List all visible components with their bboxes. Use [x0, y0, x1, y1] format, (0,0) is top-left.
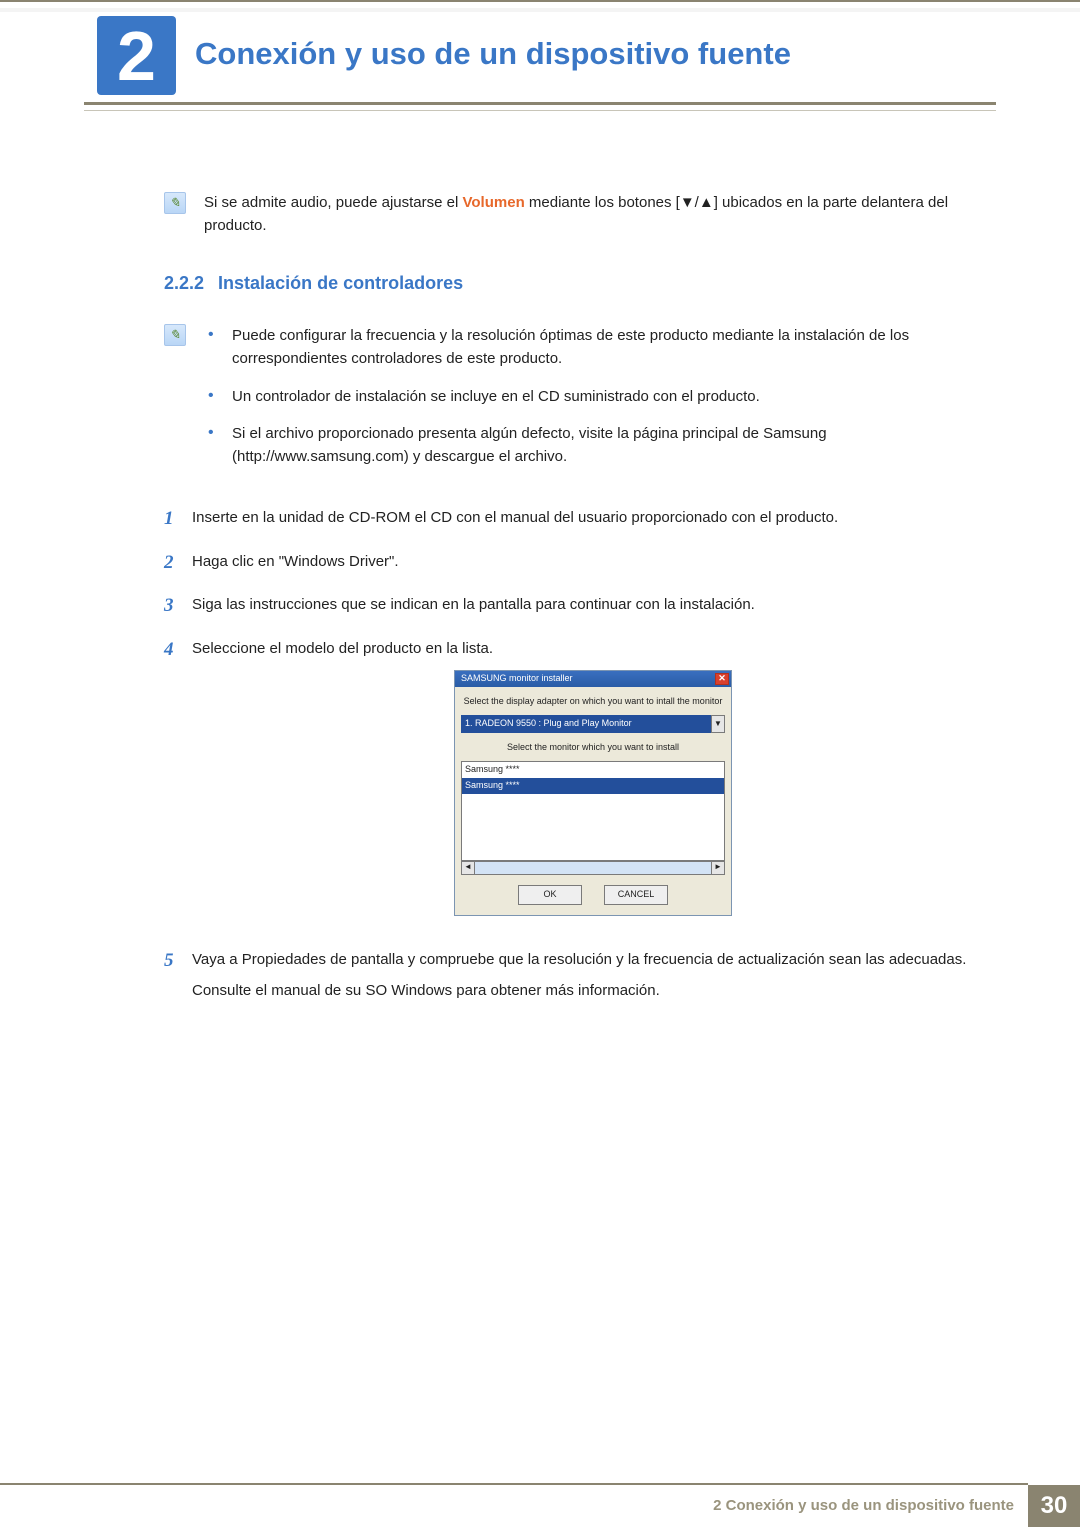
step-text: Vaya a Propiedades de pantalla y comprue… — [192, 946, 994, 1003]
step-row: 3 Siga las instrucciones que se indican … — [164, 591, 994, 620]
horizontal-scrollbar[interactable]: ◄ ► — [461, 861, 725, 875]
page-header: 2 Conexión y uso de un dispositivo fuent… — [0, 2, 1080, 132]
audio-note-text: Si se admite audio, puede ajustarse el V… — [204, 192, 994, 237]
note-highlight: Volumen — [463, 194, 525, 211]
dialog-title: SAMSUNG monitor installer — [461, 672, 573, 686]
step-text: Inserte en la unidad de CD-ROM el CD con… — [192, 504, 994, 533]
drivers-note-block: ✎ Puede configurar la frecuencia y la re… — [164, 324, 994, 482]
dialog-titlebar: SAMSUNG monitor installer ✕ — [455, 671, 731, 687]
dialog-button-row: OK CANCEL — [461, 885, 725, 905]
step-number: 5 — [164, 946, 192, 1003]
scroll-right-icon[interactable]: ► — [711, 861, 725, 875]
subsection-title: Instalación de controladores — [218, 273, 463, 293]
chapter-number: 2 — [117, 21, 156, 91]
footer-text: 2 Conexión y uso de un dispositivo fuent… — [713, 1485, 1028, 1527]
step-row: 5 Vaya a Propiedades de pantalla y compr… — [164, 946, 994, 1003]
header-rule-thin — [84, 110, 996, 111]
list-item: Si el archivo proporcionado presenta alg… — [204, 422, 994, 469]
step-row: 2 Haga clic en "Windows Driver". — [164, 548, 994, 577]
monitor-listbox[interactable]: Samsung **** Samsung **** — [461, 761, 725, 861]
step-4-text: Seleccione el modelo del producto en la … — [192, 640, 493, 657]
header-rule-thick — [84, 102, 996, 105]
dialog-label-adapter: Select the display adapter on which you … — [461, 695, 725, 709]
close-icon[interactable]: ✕ — [715, 673, 729, 685]
adapter-combobox[interactable]: 1. RADEON 9550 : Plug and Play Monitor ▼ — [461, 715, 725, 733]
step-5-text: Vaya a Propiedades de pantalla y comprue… — [192, 951, 966, 968]
note-before: Si se admite audio, puede ajustarse el — [204, 194, 463, 211]
note-icon: ✎ — [164, 324, 186, 346]
chapter-title: Conexión y uso de un dispositivo fuente — [195, 36, 791, 72]
installer-dialog: SAMSUNG monitor installer ✕ Select the d… — [454, 670, 732, 916]
list-item[interactable]: Samsung **** — [462, 762, 724, 778]
scroll-track[interactable] — [475, 861, 711, 875]
dialog-label-monitor: Select the monitor which you want to ins… — [461, 741, 725, 755]
install-steps: 1 Inserte en la unidad de CD-ROM el CD c… — [164, 504, 994, 1002]
page-footer: 2 Conexión y uso de un dispositivo fuent… — [0, 1485, 1080, 1527]
subsection-heading: 2.2.2 Instalación de controladores — [164, 273, 994, 294]
subsection-number: 2.2.2 — [164, 273, 204, 293]
step-number: 3 — [164, 591, 192, 620]
scroll-left-icon[interactable]: ◄ — [461, 861, 475, 875]
content-area: ✎ Si se admite audio, puede ajustarse el… — [164, 192, 994, 1016]
audio-note: ✎ Si se admite audio, puede ajustarse el… — [164, 192, 994, 237]
drivers-bullet-list: Puede configurar la frecuencia y la reso… — [204, 324, 994, 482]
list-item: Un controlador de instalación se incluye… — [204, 385, 994, 408]
step-5-extra: Consulte el manual de su SO Windows para… — [192, 979, 994, 1002]
ok-button[interactable]: OK — [518, 885, 582, 905]
step-row: 4 Seleccione el modelo del producto en l… — [164, 635, 994, 932]
list-item: Puede configurar la frecuencia y la reso… — [204, 324, 994, 371]
step-text: Siga las instrucciones que se indican en… — [192, 591, 994, 620]
step-number: 4 — [164, 635, 192, 932]
page-number: 30 — [1028, 1485, 1080, 1527]
chapter-number-block: 2 — [97, 16, 176, 95]
note-icon: ✎ — [164, 192, 186, 214]
step-number: 2 — [164, 548, 192, 577]
dialog-body: Select the display adapter on which you … — [455, 687, 731, 915]
list-item[interactable]: Samsung **** — [462, 778, 724, 794]
step-text: Haga clic en "Windows Driver". — [192, 548, 994, 577]
step-number: 1 — [164, 504, 192, 533]
adapter-selected: 1. RADEON 9550 : Plug and Play Monitor — [461, 715, 711, 733]
cancel-button[interactable]: CANCEL — [604, 885, 668, 905]
step-row: 1 Inserte en la unidad de CD-ROM el CD c… — [164, 504, 994, 533]
chevron-down-icon[interactable]: ▼ — [711, 715, 725, 733]
step-text: Seleccione el modelo del producto en la … — [192, 635, 994, 932]
